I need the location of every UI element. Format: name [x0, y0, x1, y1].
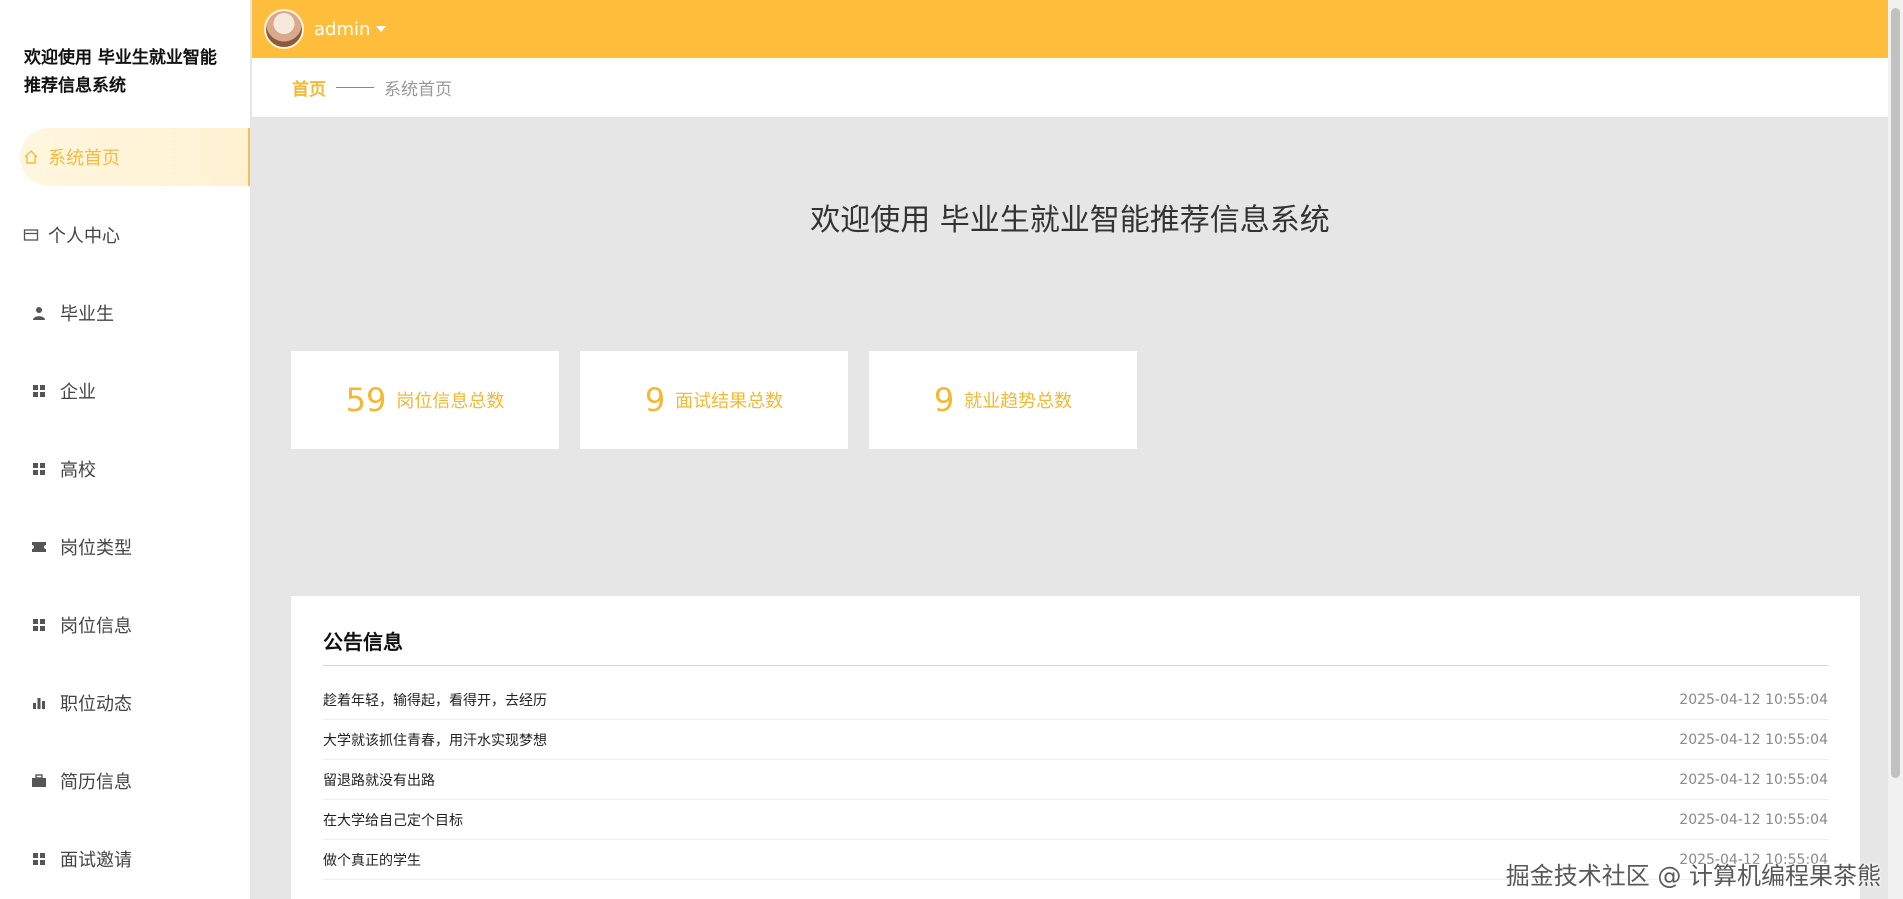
- sidebar-item-resumes[interactable]: 简历信息: [0, 752, 250, 810]
- sidebar-item-companies[interactable]: 企业: [0, 362, 250, 420]
- notice-text: 大学就该抓住青春，用汗水实现梦想: [323, 732, 547, 749]
- notice-list: 趁着年轻，输得起，看得开，去经历 2025-04-12 10:55:04 大学就…: [323, 680, 1828, 880]
- notice-text: 在大学给自己定个目标: [323, 812, 463, 829]
- sidebar-item-label: 毕业生: [60, 304, 114, 325]
- sidebar-item-job-types[interactable]: 岗位类型: [0, 518, 250, 576]
- breadcrumb-separator: [336, 87, 374, 88]
- breadcrumb-current: 系统首页: [384, 80, 452, 100]
- sidebar-item-label: 高校: [60, 460, 96, 481]
- grid-icon: [30, 460, 48, 478]
- list-item[interactable]: 大学就该抓住青春，用汗水实现梦想 2025-04-12 10:55:04: [323, 720, 1828, 760]
- scrollbar-thumb[interactable]: [1891, 8, 1900, 778]
- list-item[interactable]: 在大学给自己定个目标 2025-04-12 10:55:04: [323, 800, 1828, 840]
- notice-date: 2025-04-12 10:55:04: [1679, 731, 1828, 748]
- stat-value: 9: [644, 381, 666, 419]
- stat-value: 59: [345, 381, 387, 419]
- sidebar-item-label: 岗位信息: [60, 616, 132, 637]
- grid-icon: [30, 850, 48, 868]
- watermark: 掘金技术社区 @ 计算机编程果茶熊: [1505, 862, 1881, 890]
- sidebar-item-label: 个人中心: [48, 226, 120, 247]
- sidebar-item-profile[interactable]: 个人中心: [0, 206, 250, 264]
- card-icon: [22, 226, 40, 244]
- stat-card-employment-trends[interactable]: 9 就业趋势总数: [869, 351, 1137, 449]
- list-item[interactable]: 留退路就没有出路 2025-04-12 10:55:04: [323, 760, 1828, 800]
- page-scrollbar[interactable]: [1888, 0, 1903, 899]
- ticket-icon: [30, 538, 48, 556]
- stat-label: 面试结果总数: [675, 391, 784, 412]
- sidebar-item-label: 岗位类型: [60, 538, 132, 559]
- stat-card-job-info[interactable]: 59 岗位信息总数: [291, 351, 559, 449]
- bar-chart-icon: [30, 694, 48, 712]
- chevron-down-icon: [376, 26, 387, 32]
- sidebar-item-label: 简历信息: [60, 772, 132, 793]
- notice-title: 公告信息: [323, 626, 1828, 666]
- sidebar-item-label: 职位动态: [60, 694, 132, 715]
- grid-icon: [30, 382, 48, 400]
- list-item[interactable]: 趁着年轻，输得起，看得开，去经历 2025-04-12 10:55:04: [323, 680, 1828, 720]
- grid-icon: [30, 616, 48, 634]
- notice-date: 2025-04-12 10:55:04: [1679, 771, 1828, 788]
- sidebar-item-label: 面试邀请: [60, 850, 132, 871]
- notice-date: 2025-04-12 10:55:04: [1679, 691, 1828, 708]
- username: admin: [314, 18, 371, 40]
- sidebar-item-label: 系统首页: [48, 148, 120, 169]
- sidebar-item-job-info[interactable]: 岗位信息: [0, 596, 250, 654]
- stat-label: 就业趋势总数: [964, 391, 1073, 412]
- notice-text: 留退路就没有出路: [323, 772, 435, 789]
- stat-value: 9: [933, 381, 955, 419]
- welcome-heading: 欢迎使用 毕业生就业智能推荐信息系统: [810, 203, 1330, 238]
- sidebar-item-interviews[interactable]: 面试邀请: [0, 830, 250, 888]
- breadcrumb: 首页 系统首页: [252, 58, 1888, 118]
- sidebar-item-graduates[interactable]: 毕业生: [0, 284, 250, 342]
- sidebar-item-job-news[interactable]: 职位动态: [0, 674, 250, 732]
- notice-text: 趁着年轻，输得起，看得开，去经历: [323, 692, 547, 709]
- avatar[interactable]: [264, 9, 304, 49]
- sidebar: 欢迎使用 毕业生就业智能推荐信息系统 系统首页 个人中心 毕业生 企业 高校 岗…: [0, 0, 251, 899]
- notice-date: 2025-04-12 10:55:04: [1679, 811, 1828, 828]
- briefcase-icon: [30, 772, 48, 790]
- notice-text: 做个真正的学生: [323, 852, 421, 869]
- stat-card-interview-results[interactable]: 9 面试结果总数: [580, 351, 848, 449]
- top-bar: admin: [252, 0, 1888, 58]
- user-menu[interactable]: admin: [314, 18, 387, 40]
- app-title: 欢迎使用 毕业生就业智能推荐信息系统: [24, 48, 217, 96]
- sidebar-item-universities[interactable]: 高校: [0, 440, 250, 498]
- notice-panel: 公告信息 趁着年轻，输得起，看得开，去经历 2025-04-12 10:55:0…: [291, 596, 1860, 899]
- breadcrumb-home[interactable]: 首页: [292, 75, 326, 100]
- sidebar-item-label: 企业: [60, 382, 96, 403]
- stat-label: 岗位信息总数: [396, 391, 505, 412]
- user-icon: [30, 304, 48, 322]
- sidebar-item-home[interactable]: 系统首页: [20, 128, 250, 186]
- home-icon: [22, 148, 40, 166]
